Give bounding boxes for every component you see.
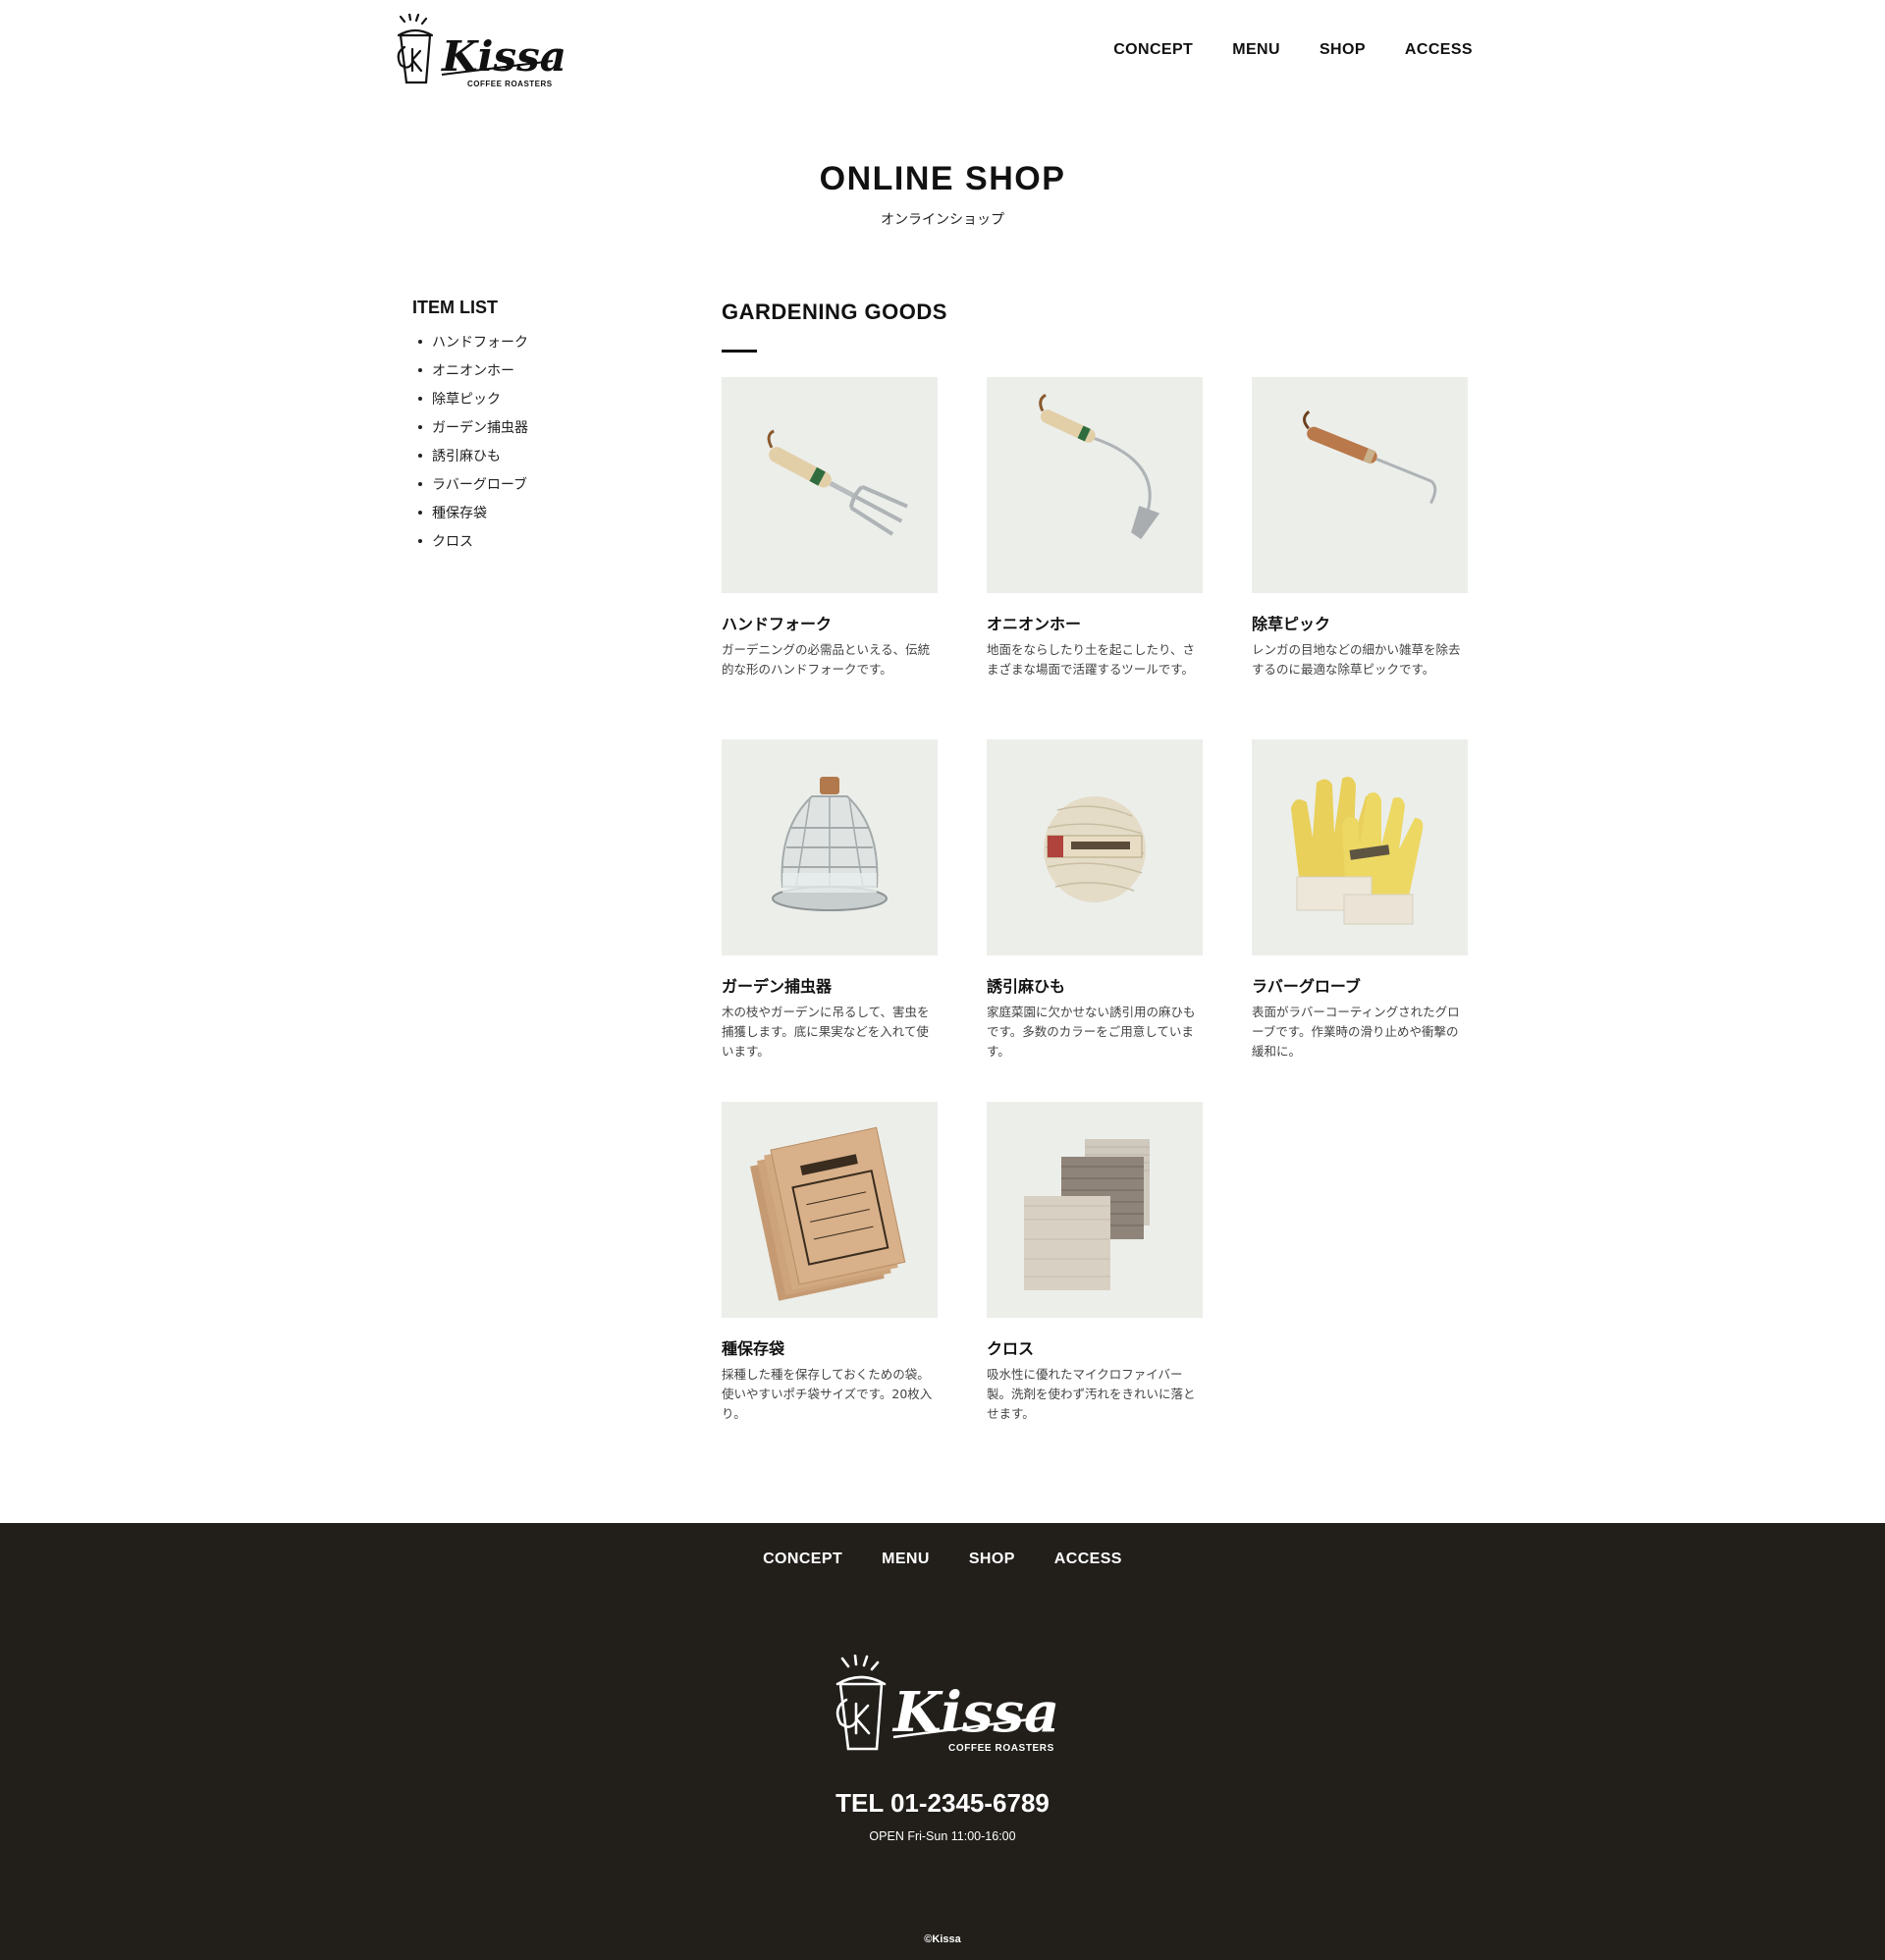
product-description: レンガの目地などの細かい雑草を除去するのに最適な除草ピックです。 [1252, 642, 1461, 677]
page-subtitle: オンラインショップ [881, 212, 1004, 228]
product-name[interactable]: 種保存袋 [722, 1335, 938, 1359]
item-list-sidebar: ITEM LIST ハンドフォーク オニオンホー 除草ピック ガーデン捕虫器 誘… [412, 298, 668, 560]
footer-nav-menu[interactable]: MENU [882, 1551, 930, 1568]
product-name[interactable]: クロス [987, 1335, 1203, 1359]
item-link-rubber-glove[interactable]: ラバーグローブ [432, 477, 527, 493]
footer-nav-access[interactable]: ACCESS [1054, 1551, 1122, 1568]
weeding-pick-image[interactable] [1252, 377, 1468, 593]
product-card[interactable]: 種保存袋 採種した種を保存しておくための袋。使いやすいポチ袋サイズです。20枚入… [722, 1102, 938, 1424]
product-name[interactable]: ハンドフォーク [722, 611, 938, 634]
product-card[interactable]: オニオンホー 地面をならしたり土を起こしたり、さまざまな場面で活躍するツールです… [987, 377, 1203, 680]
onion-hoe-image[interactable] [987, 377, 1203, 593]
item-list: ハンドフォーク オニオンホー 除草ピック ガーデン捕虫器 誘引麻ひも ラバーグロ… [412, 332, 668, 560]
footer-telephone: TEL 01-2345-6789 [835, 1788, 1050, 1818]
insect-trap-image[interactable] [722, 739, 938, 955]
item-list-entry: ラバーグローブ [412, 474, 668, 503]
product-name[interactable]: ラバーグローブ [1252, 973, 1468, 997]
item-list-entry: オニオンホー [412, 360, 668, 389]
footer-opening-hours: OPEN Fri-Sun 11:00-16:00 [869, 1829, 1016, 1843]
product-card[interactable]: 誘引麻ひも 家庭菜園に欠かせない誘引用の麻ひもです。多数のカラーをご用意していま… [987, 739, 1203, 1062]
footer-copyright: ©Kissa [924, 1933, 961, 1945]
section-title: GARDENING GOODS [722, 299, 947, 324]
item-list-title: ITEM LIST [412, 298, 498, 317]
twine-ball-image[interactable] [987, 739, 1203, 955]
svg-text:COFFEE ROASTERS: COFFEE ROASTERS [467, 80, 553, 88]
product-description: 吸水性に優れたマイクロファイバー製。洗剤を使わず汚れをきれいに落とせます。 [987, 1367, 1196, 1421]
product-name[interactable]: ガーデン捕虫器 [722, 973, 938, 997]
footer-nav: CONCEPT MENU SHOP ACCESS [0, 1551, 1885, 1568]
item-list-entry: ハンドフォーク [412, 332, 668, 360]
product-card[interactable]: クロス 吸水性に優れたマイクロファイバー製。洗剤を使わず汚れをきれいに落とせます… [987, 1102, 1203, 1424]
product-name[interactable]: オニオンホー [987, 611, 1203, 634]
item-link-insect-trap[interactable]: ガーデン捕虫器 [432, 420, 528, 436]
main-nav: CONCEPT MENU SHOP ACCESS [1113, 41, 1473, 59]
product-card[interactable]: ガーデン捕虫器 木の枝やガーデンに吊るして、害虫を捕獲します。底に果実などを入れ… [722, 739, 938, 1062]
svg-text:COFFEE ROASTERS: COFFEE ROASTERS [948, 1743, 1054, 1754]
footer-nav-shop[interactable]: SHOP [969, 1551, 1015, 1568]
item-list-entry: クロス [412, 531, 668, 560]
rubber-gloves-image[interactable] [1252, 739, 1468, 955]
seed-bags-image[interactable] [722, 1102, 938, 1318]
footer-nav-concept[interactable]: CONCEPT [763, 1551, 842, 1568]
section-divider [722, 350, 757, 353]
site-logo[interactable]: Kissa COFFEE ROASTERS [391, 12, 567, 92]
page-title: ONLINE SHOP [819, 160, 1066, 197]
site-header: Kissa COFFEE ROASTERS CONCEPT MENU SHOP … [0, 0, 1885, 118]
product-card[interactable]: 除草ピック レンガの目地などの細かい雑草を除去するのに最適な除草ピックです。 [1252, 377, 1468, 680]
item-list-entry: 種保存袋 [412, 503, 668, 531]
item-link-seed-bag[interactable]: 種保存袋 [432, 506, 487, 521]
cloths-image[interactable] [987, 1102, 1203, 1318]
item-link-onion-hoe[interactable]: オニオンホー [432, 363, 514, 379]
product-card[interactable]: ラバーグローブ 表面がラバーコーティングされたグローブです。作業時の滑り止めや衝… [1252, 739, 1468, 1062]
product-name[interactable]: 除草ピック [1252, 611, 1468, 634]
product-description: 表面がラバーコーティングされたグローブです。作業時の滑り止めや衝撃の緩和に。 [1252, 1005, 1460, 1059]
item-link-cloth[interactable]: クロス [432, 534, 473, 550]
product-name[interactable]: 誘引麻ひも [987, 973, 1203, 997]
site-footer: CONCEPT MENU SHOP ACCESS Kissa COFFEE RO… [0, 1523, 1885, 1960]
hand-fork-image[interactable] [722, 377, 938, 593]
product-description: 木の枝やガーデンに吊るして、害虫を捕獲します。底に果実などを入れて使います。 [722, 1005, 930, 1059]
product-card[interactable]: ハンドフォーク ガーデニングの必需品といえる、伝統的な形のハンドフォークです。 [722, 377, 938, 680]
nav-concept[interactable]: CONCEPT [1113, 41, 1193, 59]
footer-logo[interactable]: Kissa COFFEE ROASTERS [823, 1654, 1059, 1763]
item-list-entry: 誘引麻ひも [412, 446, 668, 474]
nav-access[interactable]: ACCESS [1405, 41, 1473, 59]
product-description: 地面をならしたり土を起こしたり、さまざまな場面で活躍するツールです。 [987, 642, 1196, 677]
item-list-entry: 除草ピック [412, 389, 668, 417]
nav-menu[interactable]: MENU [1232, 41, 1280, 59]
item-list-entry: ガーデン捕虫器 [412, 417, 668, 446]
nav-shop[interactable]: SHOP [1320, 41, 1366, 59]
product-description: 採種した種を保存しておくための袋。使いやすいポチ袋サイズです。20枚入り。 [722, 1367, 933, 1421]
item-link-hand-fork[interactable]: ハンドフォーク [432, 335, 528, 351]
product-description: 家庭菜園に欠かせない誘引用の麻ひもです。多数のカラーをご用意しています。 [987, 1005, 1196, 1059]
item-link-weeding-pick[interactable]: 除草ピック [432, 392, 501, 408]
product-description: ガーデニングの必需品といえる、伝統的な形のハンドフォークです。 [722, 642, 931, 677]
item-link-twine[interactable]: 誘引麻ひも [432, 449, 501, 464]
